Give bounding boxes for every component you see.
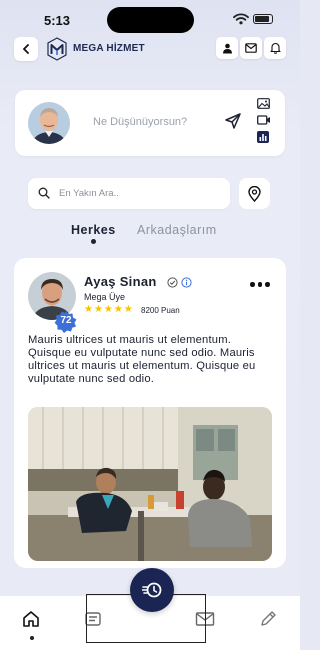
active-tab-indicator bbox=[91, 239, 96, 244]
tab-friends[interactable]: Arkadaşlarım bbox=[137, 223, 217, 237]
mail-icon bbox=[245, 43, 257, 53]
author-role: Mega Üye bbox=[84, 292, 126, 302]
battery-icon bbox=[253, 14, 273, 24]
chart-icon[interactable] bbox=[257, 131, 269, 143]
send-icon[interactable] bbox=[224, 112, 242, 130]
location-button[interactable] bbox=[239, 178, 270, 209]
author-points: 8200 Puan bbox=[141, 306, 180, 315]
tab-everyone[interactable]: Herkes bbox=[71, 223, 116, 237]
search-input[interactable]: En Yakın Ara.. bbox=[59, 188, 119, 199]
author-badges bbox=[167, 277, 192, 288]
user-icon bbox=[222, 43, 232, 53]
status-icons bbox=[233, 13, 273, 25]
status-bar: 5:13 bbox=[0, 0, 300, 36]
chevron-left-icon bbox=[23, 44, 29, 54]
author-name[interactable]: Ayaş Sinan bbox=[84, 274, 157, 289]
verified-icon bbox=[167, 277, 178, 288]
search-field[interactable]: En Yakın Ara.. bbox=[28, 178, 230, 209]
profile-button[interactable] bbox=[216, 37, 238, 59]
top-bar: MEGA HİZMET bbox=[0, 36, 300, 62]
level-number: 72 bbox=[60, 315, 72, 326]
messages-button[interactable] bbox=[240, 37, 262, 59]
logo-icon bbox=[47, 37, 67, 61]
post-card: 72 Ayaş Sinan Mega Üye ★★★★★ 8200 Puan M… bbox=[14, 258, 286, 568]
history-icon bbox=[142, 582, 162, 598]
media-options bbox=[257, 98, 271, 143]
back-button[interactable] bbox=[14, 37, 38, 61]
composer-input[interactable]: Ne Düşünüyorsun? bbox=[93, 116, 187, 128]
post-composer: Ne Düşünüyorsun? bbox=[15, 90, 285, 156]
status-time: 5:13 bbox=[44, 13, 71, 28]
post-image[interactable] bbox=[28, 407, 272, 561]
location-pin-icon bbox=[248, 185, 261, 202]
active-nav-indicator bbox=[30, 636, 34, 640]
post-text: Mauris ultrices ut mauris ut elementum. … bbox=[28, 334, 256, 385]
rating-stars: ★★★★★ bbox=[84, 304, 134, 315]
home-icon[interactable] bbox=[22, 610, 40, 628]
search-icon bbox=[38, 187, 50, 199]
pencil-icon[interactable] bbox=[259, 610, 277, 628]
activity-fab[interactable] bbox=[130, 568, 174, 612]
notifications-button[interactable] bbox=[264, 37, 286, 59]
brand-name: MEGA HİZMET bbox=[73, 43, 145, 54]
image-icon[interactable] bbox=[257, 98, 270, 109]
info-icon[interactable] bbox=[181, 277, 192, 288]
level-badge: 72 bbox=[54, 310, 78, 334]
user-avatar bbox=[28, 102, 70, 144]
dynamic-island bbox=[107, 7, 194, 33]
video-icon[interactable] bbox=[257, 115, 271, 125]
wifi-icon bbox=[233, 13, 249, 25]
more-options-icon[interactable] bbox=[250, 282, 270, 287]
bell-icon bbox=[269, 42, 281, 54]
